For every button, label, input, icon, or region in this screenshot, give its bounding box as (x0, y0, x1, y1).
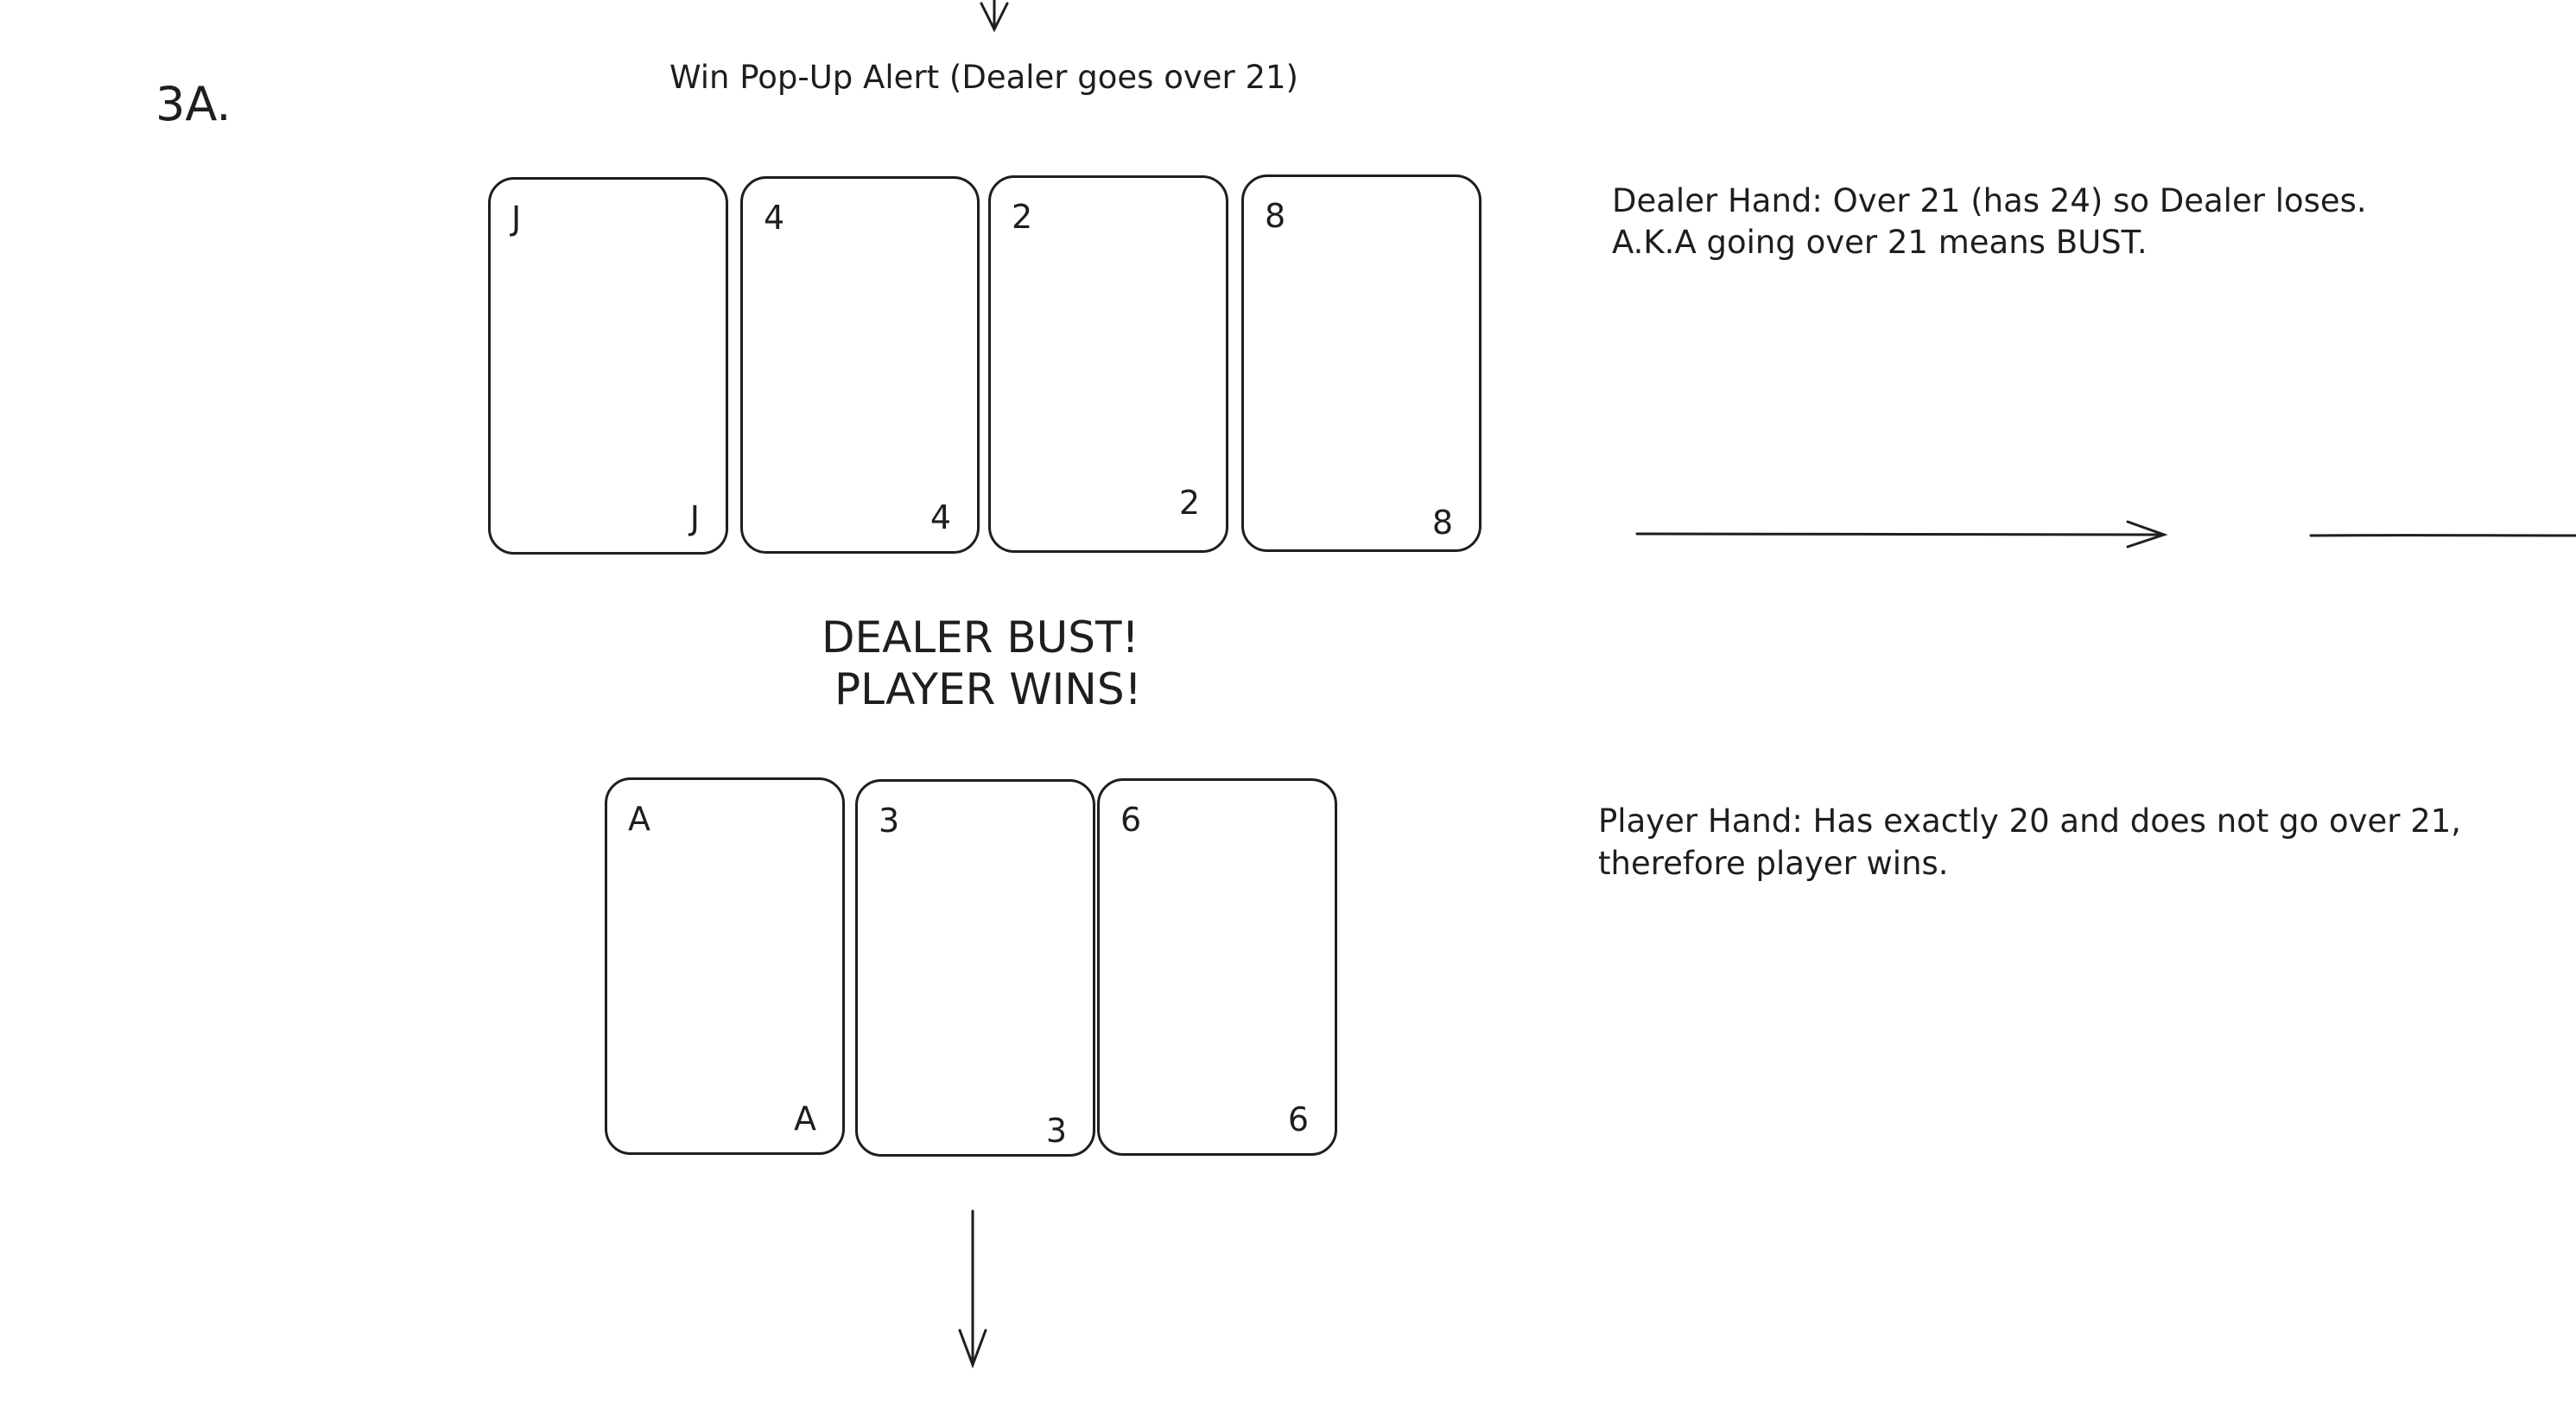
diagram-canvas: 3A. Win Pop-Up Alert (Dealer goes over 2… (0, 0, 2576, 1408)
alert-line-dealer-bust: DEALER BUST! (822, 612, 1139, 663)
card-rank: 2 (1012, 198, 1033, 236)
card-rank: 8 (1431, 504, 1453, 542)
card-rank: 3 (1045, 1112, 1067, 1150)
card-rank: 4 (930, 498, 951, 536)
card-rank: 6 (1287, 1100, 1309, 1138)
step-label: 3A. (155, 77, 232, 131)
card-rank: A (794, 1100, 816, 1138)
card-rank: 8 (1265, 197, 1286, 235)
diagram-title: Win Pop-Up Alert (Dealer goes over 21) (669, 59, 1298, 96)
card-rank: 2 (1178, 484, 1200, 522)
arrow-down-icon (980, 0, 1009, 33)
player-card: 6 6 (1097, 778, 1337, 1156)
player-card: A A (605, 777, 845, 1155)
card-rank: 6 (1120, 801, 1142, 839)
alert-line-player-wins: PLAYER WINS! (834, 664, 1142, 714)
arrow-right-icon (1635, 520, 2168, 549)
dealer-card: 4 4 (740, 176, 980, 554)
arrow-down-icon (958, 1209, 987, 1369)
dealer-card: 8 8 (1241, 174, 1482, 552)
player-card: 3 3 (855, 779, 1095, 1157)
player-note-line: Player Hand: Has exactly 20 and does not… (1598, 802, 2462, 840)
card-rank: J (511, 200, 522, 238)
card-rank: 3 (879, 802, 900, 840)
dealer-note-line: Dealer Hand: Over 21 (has 24) so Dealer … (1612, 182, 2367, 219)
card-rank: A (628, 800, 650, 838)
card-rank: J (689, 499, 700, 537)
dealer-card: J J (488, 177, 728, 555)
player-note-line: therefore player wins. (1598, 845, 1949, 882)
dealer-card: 2 2 (988, 175, 1228, 553)
dealer-note-line: A.K.A going over 21 means BUST. (1612, 224, 2148, 261)
card-rank: 4 (764, 199, 785, 237)
